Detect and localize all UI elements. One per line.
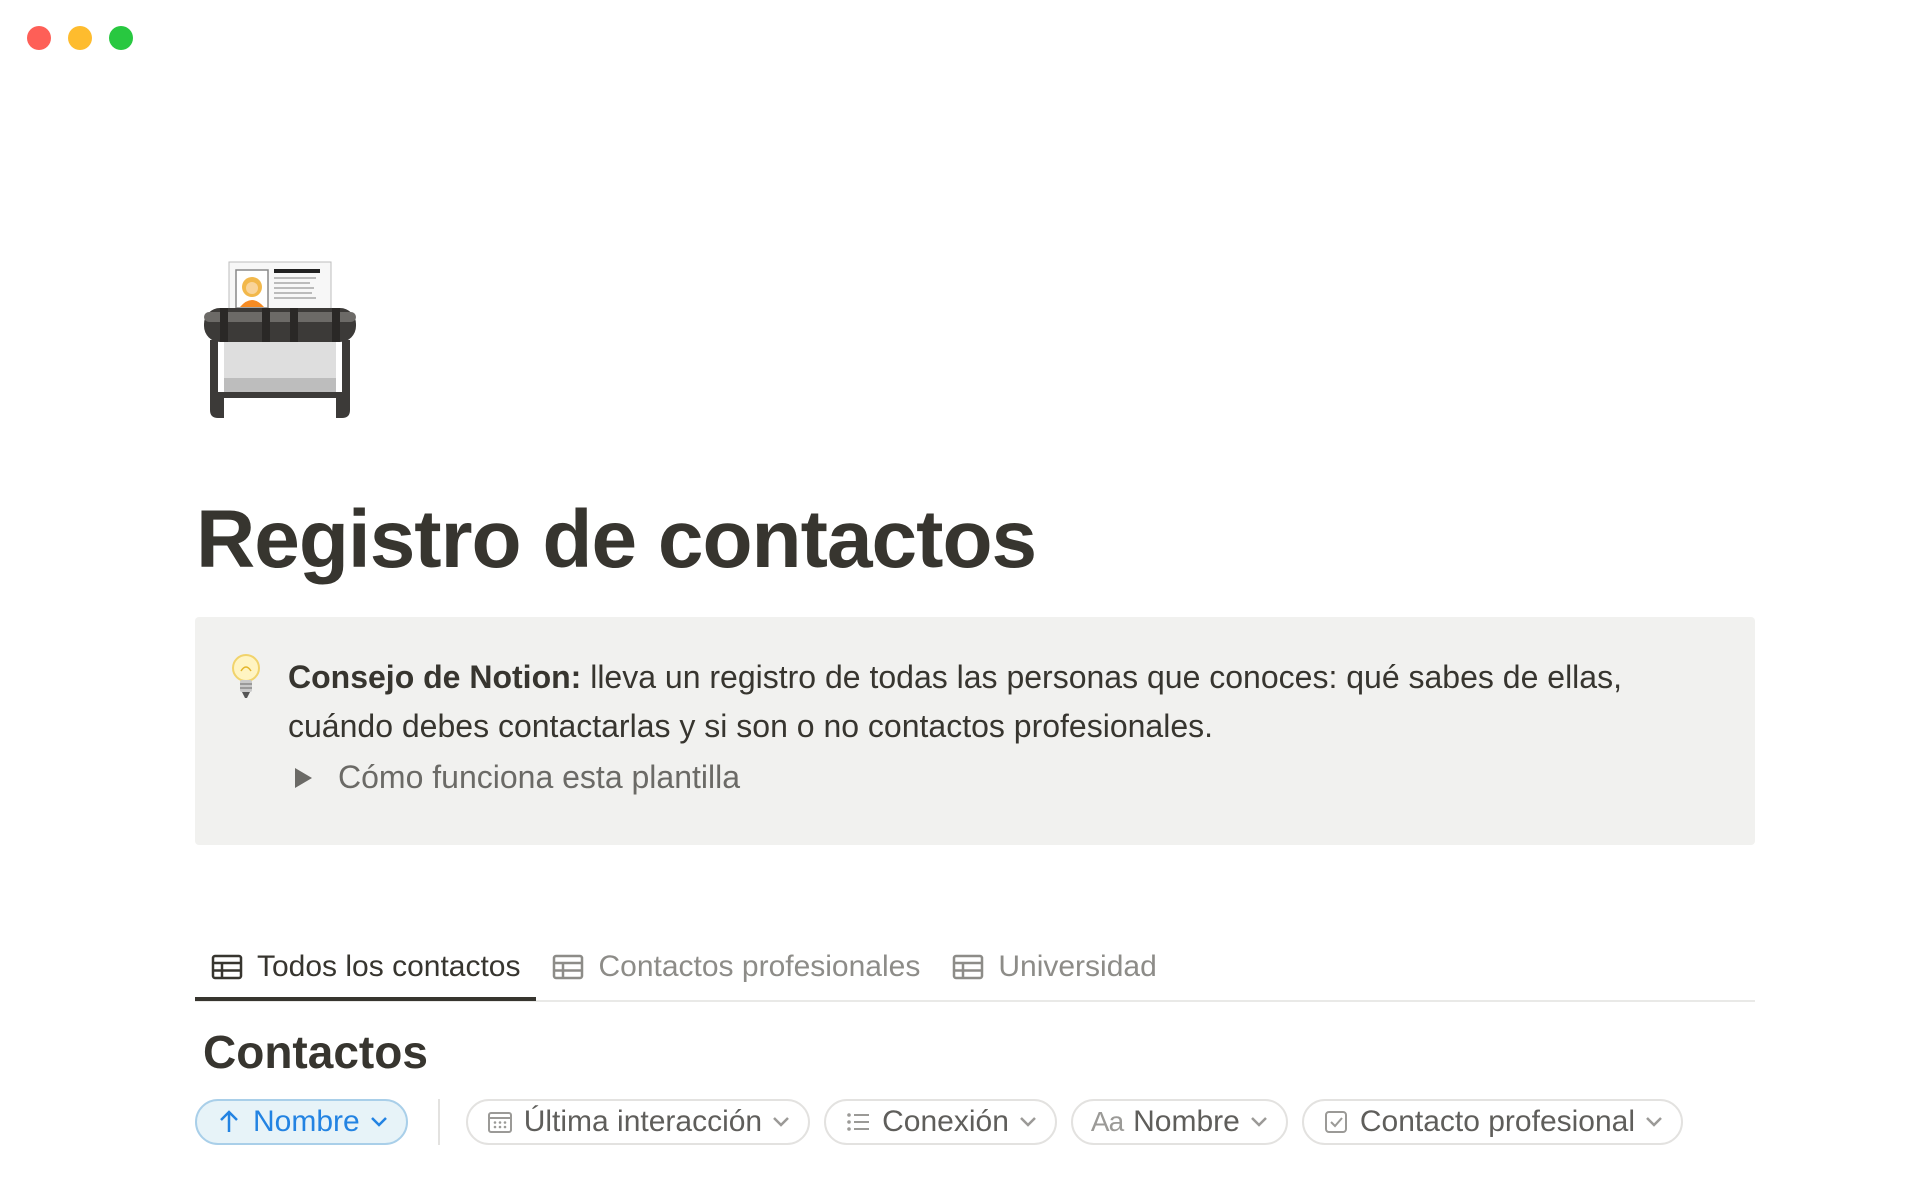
callout-text: Consejo de Notion: lleva un registro de … [288, 653, 1728, 751]
zoom-window-button[interactable] [109, 26, 133, 50]
table-icon [553, 954, 584, 980]
lightbulb-icon [231, 653, 261, 701]
how-it-works-toggle[interactable]: Cómo funciona esta plantilla [295, 759, 740, 796]
callout-bold-label: Consejo de Notion: [288, 659, 582, 695]
tip-callout: Consejo de Notion: lleva un registro de … [195, 617, 1755, 845]
list-icon [847, 1113, 870, 1131]
tab-label: Universidad [998, 950, 1157, 983]
page-title[interactable]: Registro de contactos [196, 494, 1037, 585]
filter-contacto-profesional-chip[interactable]: Contacto profesional [1301, 1099, 1684, 1145]
checkbox-icon [1324, 1111, 1347, 1133]
chip-label: Nombre [1133, 1105, 1240, 1138]
table-icon [211, 954, 243, 980]
close-window-button[interactable] [27, 26, 51, 50]
tab-todos-los-contactos[interactable]: Todos los contactos [195, 935, 537, 1001]
tab-label: Contactos profesionales [598, 950, 921, 983]
chevron-down-icon [1646, 1117, 1662, 1127]
filter-conexion-chip[interactable]: Conexión [824, 1099, 1057, 1145]
table-icon [953, 954, 984, 980]
chip-label: Conexión [882, 1105, 1009, 1138]
calendar-icon [487, 1112, 512, 1133]
chip-label: Contacto profesional [1359, 1105, 1636, 1138]
minimize-window-button[interactable] [68, 26, 92, 50]
arrow-up-icon [220, 1110, 238, 1132]
filter-bar: Nombre Última interacción Conexión Aa No… [195, 1099, 1684, 1145]
filter-nombre-chip[interactable]: Aa Nombre [1070, 1099, 1288, 1145]
database-title[interactable]: Contactos [203, 1025, 428, 1079]
chevron-down-icon [370, 1117, 387, 1127]
sort-nombre-chip[interactable]: Nombre [195, 1099, 408, 1145]
chevron-down-icon [773, 1117, 790, 1127]
sort-label: Nombre [253, 1105, 360, 1138]
tab-contactos-profesionales[interactable]: Contactos profesionales [536, 935, 936, 999]
filter-divider [437, 1099, 440, 1145]
text-aa-icon: Aa [1090, 1106, 1124, 1137]
filter-ultima-interaccion-chip[interactable]: Última interacción [465, 1099, 811, 1145]
toggle-label[interactable]: Cómo funciona esta plantilla [338, 759, 740, 796]
rolodex-icon[interactable] [200, 260, 360, 420]
chevron-down-icon [1020, 1117, 1036, 1127]
chevron-down-icon [1250, 1117, 1267, 1127]
toggle-triangle-icon[interactable] [295, 767, 312, 788]
chip-label: Última interacción [523, 1105, 763, 1138]
window-controls [27, 26, 133, 50]
view-tabs: Todos los contactos Contactos profesiona… [195, 935, 1755, 1002]
tab-universidad[interactable]: Universidad [936, 935, 1172, 999]
tab-label: Todos los contactos [257, 950, 521, 983]
